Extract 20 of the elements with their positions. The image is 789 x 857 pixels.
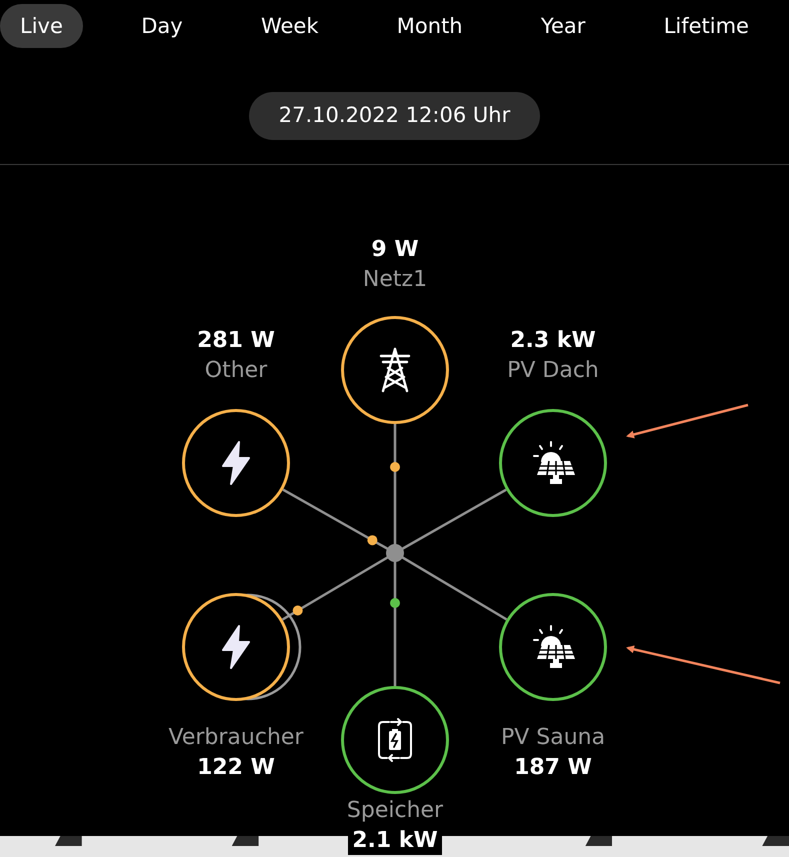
node-name: Verbraucher: [168, 724, 304, 752]
node-name: Speicher: [346, 797, 444, 825]
period-tab[interactable]: Live: [0, 4, 83, 48]
hub-dot: [386, 544, 404, 562]
solar-panel-icon: [530, 440, 576, 486]
period-tab[interactable]: Lifetime: [644, 4, 769, 48]
lightning-icon: [219, 624, 253, 670]
period-tab[interactable]: Year: [520, 4, 606, 48]
period-tab[interactable]: Day: [121, 4, 203, 48]
node-name: Other: [204, 357, 268, 385]
node-name: PV Dach: [507, 357, 599, 385]
period-tab[interactable]: Month: [376, 4, 483, 48]
pylon-icon: [377, 347, 413, 393]
solar-panel-icon: [530, 624, 576, 670]
node-name: Netz1: [362, 266, 428, 294]
period-tab[interactable]: Week: [240, 4, 338, 48]
node-name: PV Sauna: [500, 724, 606, 752]
timestamp-pill: 27.10.2022 12:06 Uhr: [248, 92, 540, 140]
lightning-icon: [219, 440, 253, 486]
battery-swap-icon: [375, 717, 415, 763]
